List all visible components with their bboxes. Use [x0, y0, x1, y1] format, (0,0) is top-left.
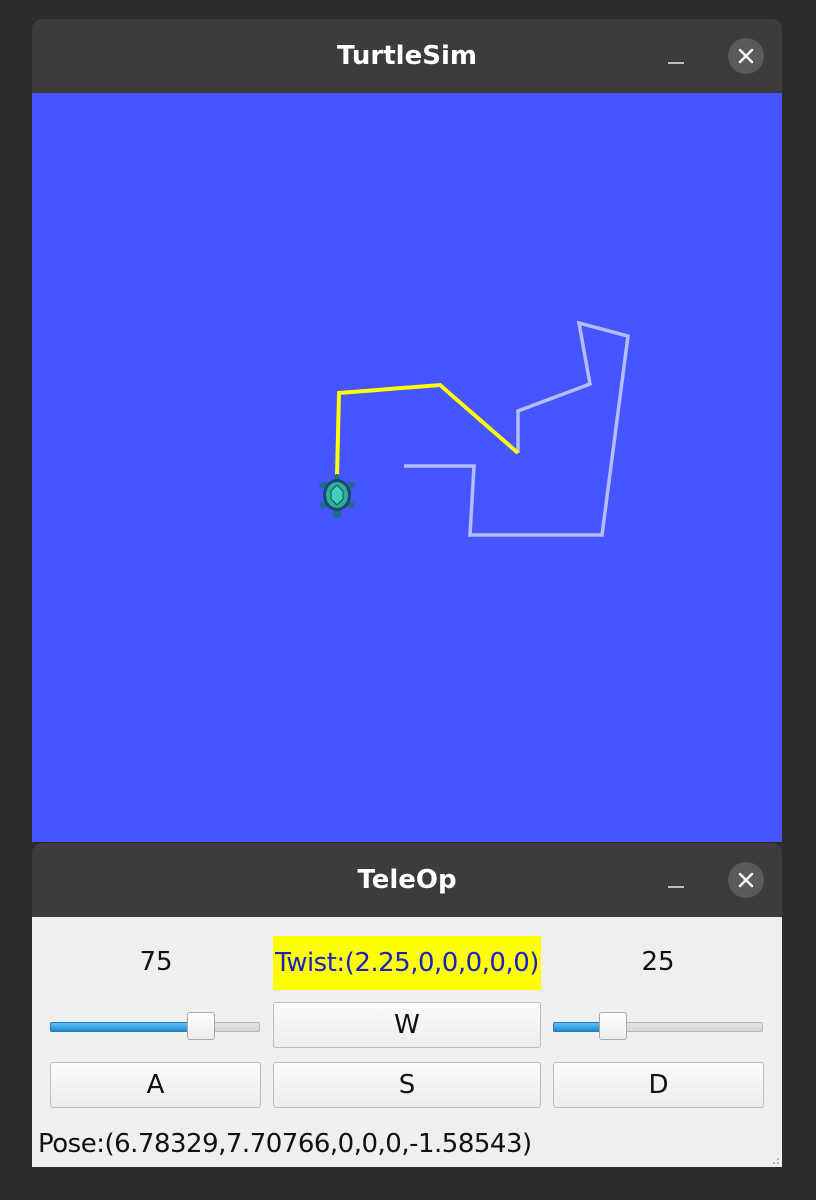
left-button[interactable]: A	[50, 1062, 261, 1108]
minimize-icon	[668, 62, 684, 64]
close-icon	[738, 872, 754, 888]
minimize-button[interactable]	[662, 867, 690, 895]
close-button[interactable]	[728, 38, 764, 74]
pose-display: Pose:(6.78329,7.70766,0,0,0,-1.58543)	[38, 1129, 532, 1159]
resize-grip-icon[interactable]	[770, 1155, 780, 1165]
turtlesim-titlebar[interactable]: TurtleSim	[32, 19, 782, 93]
linear-speed-value: 75	[139, 947, 173, 977]
close-button[interactable]	[728, 862, 764, 898]
linear-speed-slider[interactable]	[50, 1012, 260, 1042]
twist-display: Twist:(2.25,0,0,0,0,0)	[273, 936, 541, 990]
backward-button[interactable]: S	[273, 1062, 541, 1108]
slider-fill	[50, 1022, 201, 1032]
turtlesim-window: TurtleSim	[32, 19, 782, 842]
forward-button[interactable]: W	[273, 1002, 541, 1048]
teleop-window: TeleOp 75 Twist:(2.25,0,0,0,0,0) 25 W A …	[32, 843, 782, 1167]
close-icon	[738, 48, 754, 64]
right-button[interactable]: D	[553, 1062, 764, 1108]
simulation-canvas	[32, 93, 782, 842]
slider-handle[interactable]	[599, 1012, 627, 1040]
slider-handle[interactable]	[187, 1012, 215, 1040]
minimize-icon	[668, 886, 684, 888]
teleop-panel: 75 Twist:(2.25,0,0,0,0,0) 25 W A S D Pos…	[32, 917, 782, 1167]
teleop-titlebar[interactable]: TeleOp	[32, 843, 782, 917]
window-title: TeleOp	[357, 865, 457, 895]
angular-speed-slider[interactable]	[553, 1012, 763, 1042]
window-title: TurtleSim	[337, 41, 477, 71]
angular-speed-value: 25	[641, 947, 675, 977]
minimize-button[interactable]	[662, 43, 690, 71]
